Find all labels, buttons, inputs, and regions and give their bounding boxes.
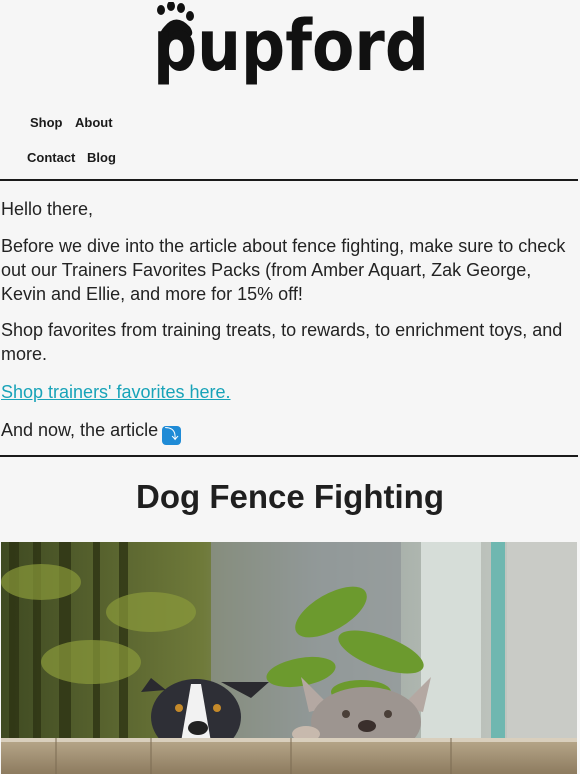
transition-paragraph: And now, the article ⤵ [1,418,579,445]
cta-paragraph: Shop trainers' favorites here. [1,380,579,404]
intro-paragraph-2: Shop favorites from training treats, to … [1,320,563,364]
nav-contact[interactable]: Contact [27,150,75,165]
nav-blog[interactable]: Blog [87,150,116,165]
nav-about[interactable]: About [75,115,113,130]
divider-top [0,179,578,181]
greeting-text: Hello there, [1,199,94,219]
divider-middle [0,455,578,457]
shop-favorites-link[interactable]: Shop trainers' favorites here. [1,382,231,402]
arrow-down-right-icon: ⤵ [162,426,182,445]
transition-text: And now, the article [1,420,159,440]
logo-wordmark: pupford [153,5,429,87]
hero-photo [1,542,577,774]
header-logo-area: pupford [0,0,580,100]
intro-paragraph-1: Before we dive into the article about fe… [1,236,566,304]
pupford-logo[interactable]: pupford [148,2,433,94]
article-title: Dog Fence Fighting [136,478,444,515]
nav-shop[interactable]: Shop [30,115,63,130]
